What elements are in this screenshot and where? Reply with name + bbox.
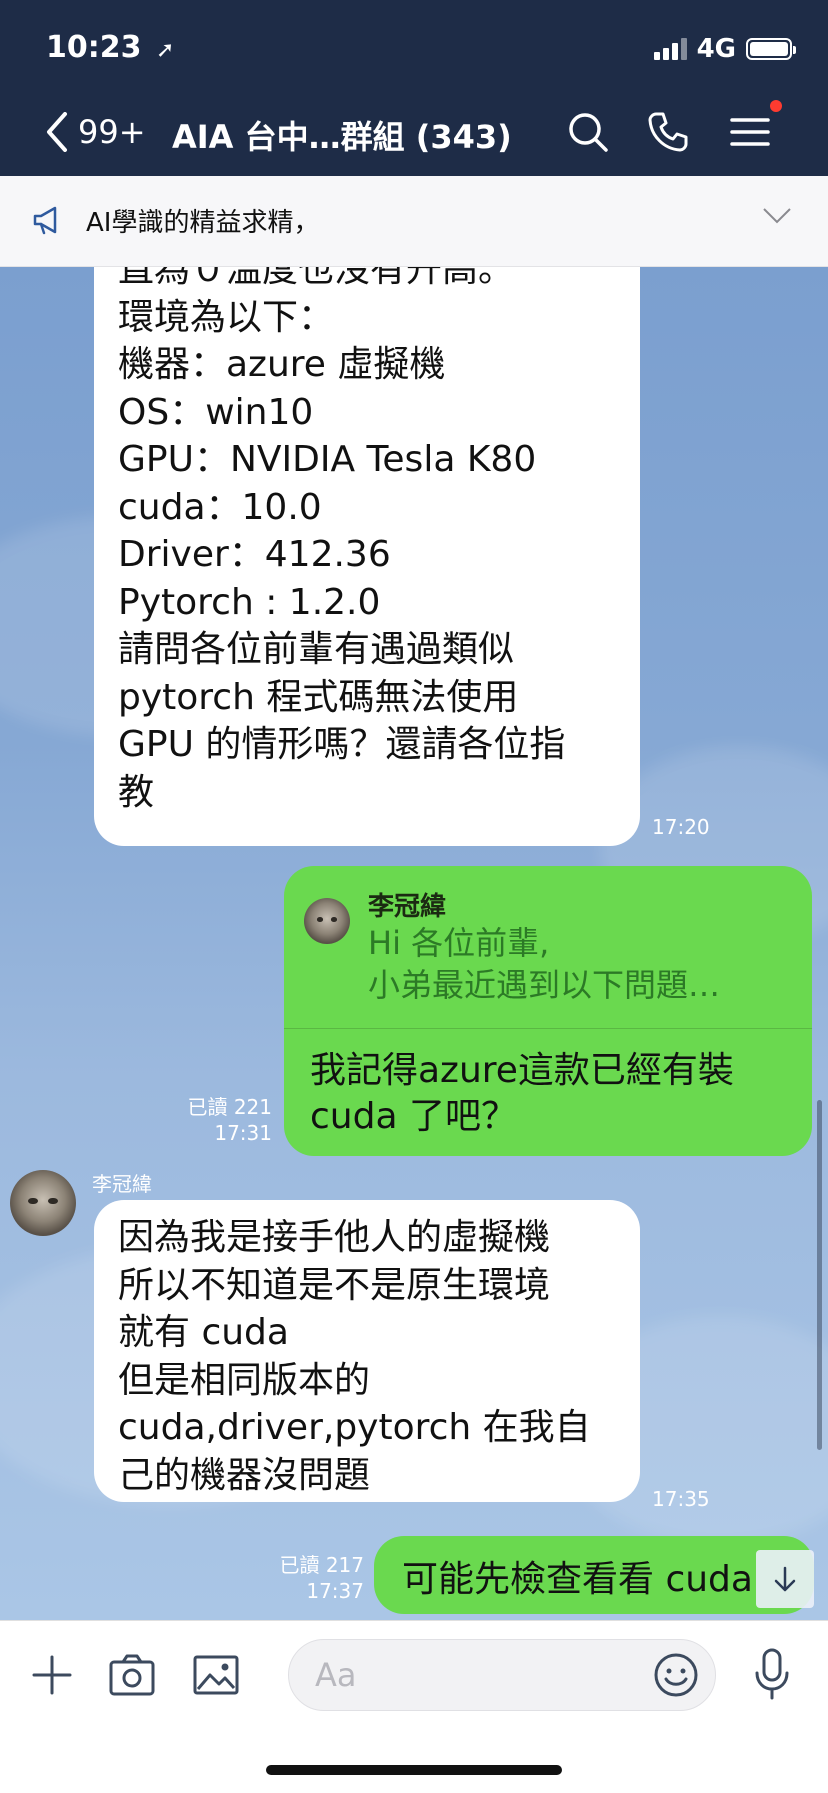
message-line: cuda：10.0 (118, 486, 322, 528)
message-text: 可能先檢查看看 cuda (402, 1559, 753, 1600)
reply-quote-line: 小弟最近遇到以下問題… (368, 966, 721, 1004)
status-time-text: 10:23 (46, 30, 142, 65)
network-label: 4G (696, 34, 736, 64)
chat-area[interactable]: 直為０溫度也沒有升高。 環境為以下： 機器：azure 虛擬機 OS：win10… (0, 266, 828, 1620)
message-line: 因為我是接手他人的虛擬機 (118, 1217, 551, 1258)
message-line: 教 (118, 771, 155, 813)
message-time: 17:20 (652, 815, 710, 839)
message-text: 因為我是接手他人的虛擬機 所以不知道是不是原生環境 就有 cuda 但是相同版本… (118, 1214, 591, 1499)
reply-avatar (304, 898, 350, 944)
message-text: 我記得azure這款已經有裝 cuda 了吧？ (310, 1048, 734, 1140)
menu-icon[interactable] (726, 108, 774, 156)
reply-quote-line: Hi 各位前輩, (368, 924, 550, 962)
message-text: 直為０溫度也沒有升高。 環境為以下： 機器：azure 虛擬機 OS：win10… (118, 266, 565, 816)
message-line: 就有 cuda (118, 1312, 289, 1353)
announcement-text: AI學識的精益求精， (86, 208, 320, 238)
message-line: cuda,driver,pytorch 在我自 (118, 1407, 591, 1448)
megaphone-icon (33, 206, 57, 235)
plus-icon[interactable] (30, 1653, 74, 1697)
chevron-down-icon[interactable] (762, 206, 792, 226)
emoji-icon[interactable] (653, 1652, 699, 1698)
message-line: pytorch 程式碼無法使用 (118, 676, 519, 718)
chevron-left-icon (47, 112, 67, 152)
sender-avatar[interactable] (10, 1170, 76, 1236)
image-icon[interactable] (192, 1653, 240, 1697)
message-line: 我記得azure這款已經有裝 (310, 1050, 734, 1091)
reply-quote: Hi 各位前輩, 小弟最近遇到以下問題… (368, 922, 720, 1006)
message-bubble[interactable]: 可能先檢查看看 cuda (374, 1536, 814, 1614)
message-line: GPU 的情形嗎？還請各位指 (118, 724, 566, 765)
sender-name: 李冠緯 (92, 1172, 152, 1196)
input-bar: Aa (0, 1620, 828, 1793)
chat-header: 10:23 ➚ 4G 99+ AIA 台中…群組 (343) (0, 0, 828, 176)
reply-divider (284, 1028, 812, 1029)
read-receipt: 已讀 221 17:31 (160, 1094, 272, 1146)
input-placeholder: Aa (315, 1656, 357, 1694)
message-bubble[interactable]: 因為我是接手他人的虛擬機 所以不知道是不是原生環境 就有 cuda 但是相同版本… (94, 1200, 640, 1502)
status-right: 4G (653, 34, 796, 64)
read-receipt: 已讀 217 17:37 (270, 1552, 364, 1604)
reply-sender-name: 李冠緯 (368, 892, 447, 922)
status-time: 10:23 ➚ (46, 30, 174, 65)
phone-icon[interactable] (644, 108, 692, 156)
message-line: OS：win10 (118, 391, 314, 433)
message-line: 機器：azure 虛擬機 (118, 344, 446, 385)
scroll-to-bottom-button[interactable] (756, 1550, 814, 1608)
signal-icon (653, 38, 687, 60)
arrow-down-icon (774, 1566, 796, 1592)
message-line: 但是相同版本的 (118, 1359, 371, 1401)
message-time: 17:37 (306, 1579, 364, 1603)
message-line: 直為０溫度也沒有升高。 (118, 266, 515, 290)
message-line: Pytorch : 1.2.0 (118, 581, 381, 623)
location-arrow-icon: ➚ (155, 38, 175, 63)
back-button[interactable]: 99+ (46, 112, 146, 152)
unread-count: 99+ (78, 113, 146, 151)
search-icon[interactable] (564, 108, 612, 156)
message-bubble[interactable]: 直為０溫度也沒有升高。 環境為以下： 機器：azure 虛擬機 OS：win10… (94, 266, 640, 846)
reply-message-bubble[interactable]: 李冠緯 Hi 各位前輩, 小弟最近遇到以下問題… 我記得azure這款已經有裝 … (284, 866, 812, 1156)
message-input[interactable]: Aa (288, 1639, 716, 1711)
camera-icon[interactable] (108, 1653, 156, 1697)
message-time: 17:35 (652, 1487, 710, 1511)
message-line: GPU：NVIDIA Tesla K80 (118, 439, 537, 480)
read-count: 已讀 217 (279, 1553, 364, 1577)
message-line: 所以不知道是不是原生環境 (118, 1264, 551, 1306)
message-time: 17:31 (214, 1121, 272, 1145)
message-line: 己的機器沒問題 (118, 1454, 371, 1496)
notification-dot (770, 100, 782, 112)
nav-row: 99+ AIA 台中…群組 (343) (0, 96, 828, 168)
message-line: 環境為以下： (118, 296, 335, 338)
scrollbar[interactable] (817, 1100, 822, 1450)
message-line: cuda 了吧？ (310, 1096, 517, 1137)
announcement-bar[interactable]: AI學識的精益求精， (0, 176, 828, 267)
battery-icon (746, 38, 796, 60)
microphone-icon[interactable] (752, 1647, 792, 1701)
message-line: 請問各位前輩有遇過類似 (118, 629, 515, 670)
message-line: Driver：412.36 (118, 534, 391, 575)
read-count: 已讀 221 (187, 1095, 272, 1119)
home-indicator (266, 1765, 562, 1775)
chat-title[interactable]: AIA 台中…群組 (343) (172, 112, 512, 158)
